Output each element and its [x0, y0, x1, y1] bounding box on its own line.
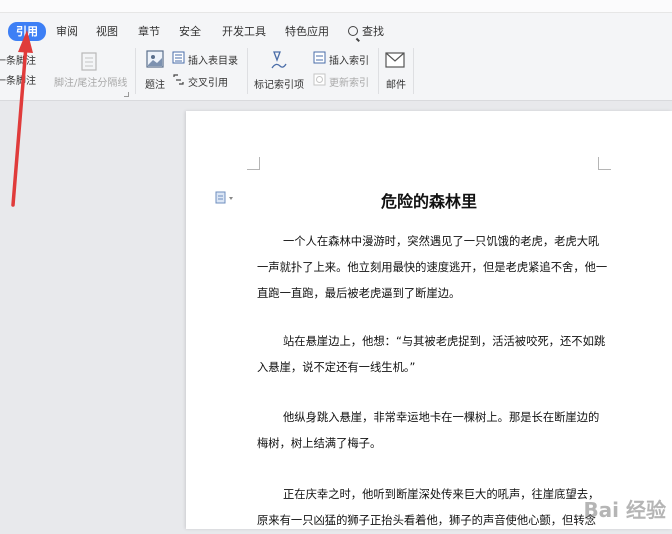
watermark-logo: Bai 经验 [583, 498, 666, 522]
tab-review[interactable]: 审阅 [56, 23, 78, 41]
insert-index-icon [313, 51, 326, 64]
divider [135, 48, 136, 94]
mail-icon [385, 52, 405, 68]
document-page[interactable] [186, 111, 672, 529]
separator-line-icon [81, 52, 97, 71]
paragraph: 他纵身跳入悬崖，非常幸运地卡在一棵树上。那是长在断崖边的梅树，树上结满了梅子。 [257, 411, 600, 450]
dialog-launcher-icon[interactable] [124, 92, 129, 97]
tab-chapter[interactable]: 章节 [138, 23, 160, 41]
mail-button[interactable]: 邮件 [386, 76, 406, 91]
divider [378, 48, 379, 94]
tab-view[interactable]: 视图 [96, 23, 118, 41]
update-index-button[interactable]: 更新索引 [329, 74, 369, 89]
insert-index-button[interactable]: 插入索引 [329, 52, 369, 67]
divider [247, 48, 248, 94]
mark-index-button[interactable]: 标记索引项 [254, 76, 304, 91]
paragraph: 站在悬崖边上，他想：“与其被老虎捉到，活活被咬死，还不如跳入悬崖，说不定还有一线… [257, 335, 606, 374]
crop-mark [598, 157, 611, 170]
mark-index-icon [271, 51, 287, 69]
paragraph: 一个人在森林中漫游时，突然遇见了一只饥饿的老虎，老虎大吼一声就扑了上来。他立刻用… [257, 235, 608, 300]
title-strip [0, 0, 672, 13]
tab-security[interactable]: 安全 [179, 23, 201, 41]
tab-dev-tools[interactable]: 开发工具 [222, 23, 266, 41]
separator-line-button[interactable]: 脚注/尾注分隔线 [54, 74, 127, 89]
search-icon [348, 26, 358, 36]
prev-footnote-button[interactable]: 上一条脚注 [0, 52, 36, 67]
next-footnote-button[interactable]: 下一条脚注 [0, 72, 36, 87]
tab-search[interactable]: 查找 [348, 23, 384, 42]
menu-tab-bar: 引用 审阅 视图 章节 安全 开发工具 特色应用 查找 [0, 0, 672, 44]
tab-special-apps[interactable]: 特色应用 [285, 23, 329, 41]
insert-toc-icon [172, 51, 185, 64]
cross-ref-icon [173, 74, 184, 85]
tab-references[interactable]: 引用 [8, 22, 46, 41]
update-index-icon [313, 73, 326, 86]
paragraph: 正在庆幸之时，他听到断崖深处传来巨大的吼声，往崖底望去，原来有一只凶猛的狮子正抬… [257, 488, 600, 527]
crop-mark [247, 157, 260, 170]
caption-icon [146, 50, 164, 68]
cross-ref-button[interactable]: 交叉引用 [188, 74, 228, 89]
document-title: 危险的森林里 [380, 192, 477, 211]
divider [413, 48, 414, 94]
caption-button[interactable]: 题注 [145, 76, 165, 91]
insert-toc-button[interactable]: 插入表目录 [188, 52, 238, 67]
